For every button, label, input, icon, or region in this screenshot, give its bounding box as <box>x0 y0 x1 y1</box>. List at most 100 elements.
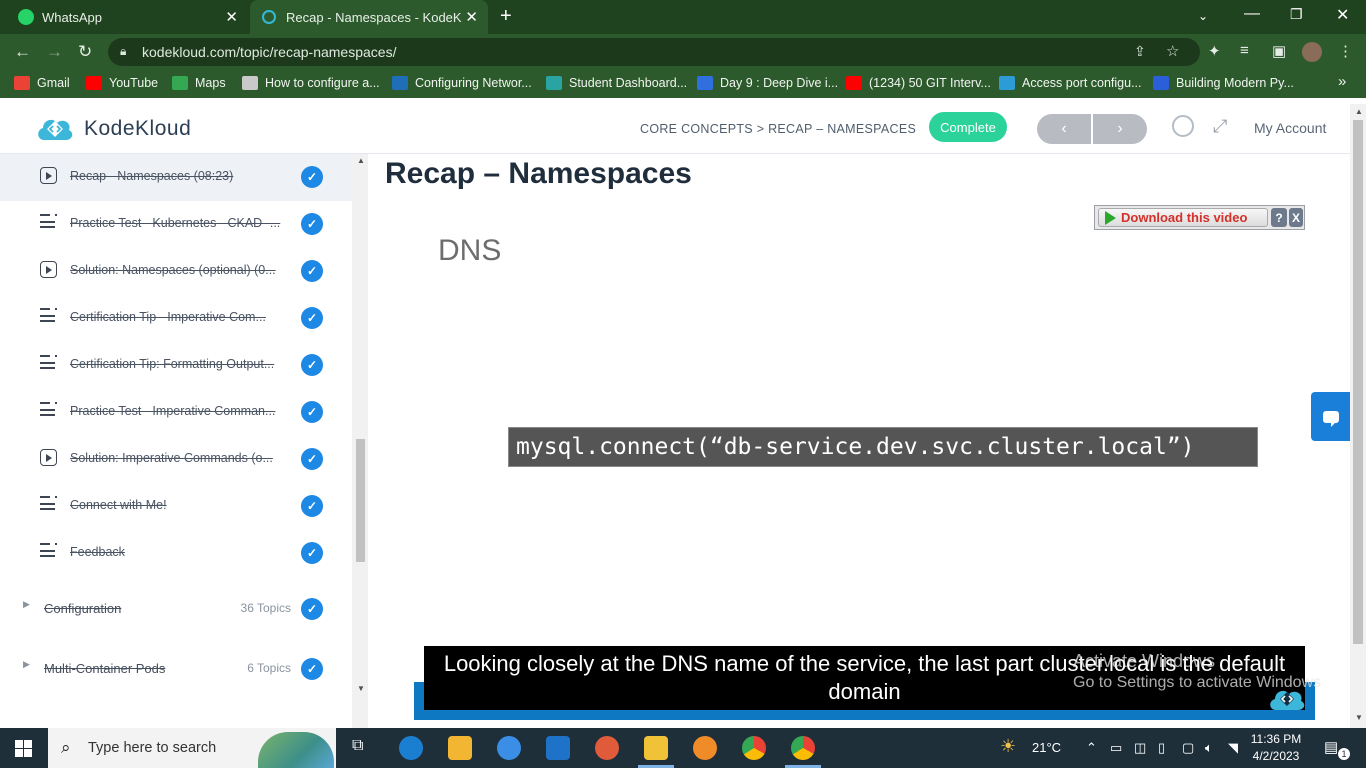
dark-mode-icon[interactable] <box>1172 115 1194 137</box>
clock[interactable]: 11:36 PM 4/2/2023 <box>1250 731 1302 765</box>
reload-icon[interactable]: ↻ <box>78 42 92 62</box>
play-icon <box>1105 210 1116 225</box>
youtube-icon <box>846 76 862 90</box>
my-account-link[interactable]: My Account <box>1254 120 1326 136</box>
meet-icon[interactable]: ▯ <box>1158 740 1165 756</box>
section-multi-container-pods[interactable]: ▶ Multi-Container Pods 6 Topics ✓ <box>0 647 352 687</box>
lesson-item[interactable]: Connect with Me! ✓ <box>0 483 352 530</box>
logo-text[interactable]: KodeKloud <box>84 117 191 141</box>
tab-kodekloud[interactable]: Recap - Namespaces - KodeKloud ✕ <box>250 0 488 34</box>
reading-list-icon[interactable]: ≡ <box>1240 42 1249 59</box>
breadcrumb[interactable]: CORE CONCEPTS > RECAP – NAMESPACES <box>640 122 916 136</box>
close-icon[interactable]: ✕ <box>225 8 238 26</box>
bookmark-gmail[interactable]: Gmail <box>14 76 70 90</box>
temperature[interactable]: 21°C <box>1032 740 1061 755</box>
section-configuration[interactable]: ▶ Configuration 36 Topics ✓ <box>0 587 352 627</box>
lesson-item[interactable]: Recap - Namespaces (08:23) ✓ <box>0 154 352 201</box>
section-count: 6 Topics <box>247 661 291 675</box>
expand-caret-icon[interactable]: ▶ <box>23 599 30 610</box>
video-icon <box>40 449 57 466</box>
scroll-down-icon[interactable]: ▼ <box>1355 713 1363 722</box>
network-icon[interactable]: ◫ <box>1134 740 1146 756</box>
sidebar-scrollbar[interactable]: ▲ ▼ <box>352 154 368 728</box>
volume-icon[interactable]: 🔈︎ <box>1205 740 1213 756</box>
share-icon[interactable]: ⇪ <box>1134 43 1146 60</box>
check-icon: ✓ <box>301 307 323 329</box>
bookmark-access-port[interactable]: Access port configu... <box>999 76 1142 90</box>
address-bar[interactable]: 🔒︎ kodekloud.com/topic/recap-namespaces/… <box>108 38 1200 66</box>
menu-icon[interactable]: ⋮ <box>1338 42 1353 60</box>
mail-icon[interactable] <box>546 736 570 760</box>
extensions-icon[interactable]: ✦ <box>1208 42 1221 60</box>
close-icon[interactable]: ✕ <box>465 8 478 26</box>
wifi-icon[interactable]: ◥ <box>1228 740 1238 756</box>
bookmark-git-interview[interactable]: (1234) 50 GIT Interv... <box>846 76 991 90</box>
document-icon <box>40 355 57 372</box>
settings-app-icon[interactable] <box>693 736 717 760</box>
scroll-up-icon[interactable]: ▲ <box>357 156 365 165</box>
display-icon[interactable]: ▢ <box>1182 740 1194 756</box>
file-explorer-icon[interactable] <box>644 736 668 760</box>
new-tab-button[interactable]: + <box>500 5 512 28</box>
complete-button[interactable]: Complete <box>929 112 1007 142</box>
bookmarks-overflow-icon[interactable]: » <box>1338 73 1346 90</box>
scroll-thumb[interactable] <box>356 439 365 562</box>
video-icon <box>40 261 57 278</box>
lesson-label: Certification Tip: Formatting Output... <box>70 357 275 371</box>
kodekloud-logo-icon[interactable] <box>36 116 74 142</box>
battery-icon[interactable]: ▭ <box>1110 740 1122 756</box>
store-icon[interactable] <box>448 736 472 760</box>
edge-icon[interactable] <box>399 736 423 760</box>
lesson-item[interactable]: Certification Tip: Formatting Output... … <box>0 342 352 389</box>
previous-lesson-button[interactable]: ‹ <box>1037 114 1091 144</box>
lesson-item[interactable]: Feedback ✓ <box>0 530 352 577</box>
taskbar-search-box[interactable]: ⌕ Type here to search <box>48 728 336 768</box>
show-hidden-icons[interactable]: ⌃ <box>1086 740 1097 756</box>
app-icon[interactable] <box>595 736 619 760</box>
bookmark-day9[interactable]: Day 9 : Deep Dive i... <box>697 76 838 90</box>
profile-avatar[interactable] <box>1302 42 1322 62</box>
task-view-icon[interactable]: ⧉ <box>352 737 363 755</box>
clock-time: 11:36 PM <box>1250 732 1302 746</box>
scroll-up-icon[interactable]: ▲ <box>1355 107 1363 116</box>
restore-icon[interactable]: ❐ <box>1290 6 1303 23</box>
back-icon[interactable]: ← <box>14 42 31 62</box>
weather-icon[interactable]: ☀ <box>1000 736 1016 757</box>
page-scrollbar[interactable]: ▲ ▼ <box>1350 104 1366 728</box>
bookmark-student-dashboard[interactable]: Student Dashboard... <box>546 76 687 90</box>
lesson-item[interactable]: Solution: Namespaces (optional) (0... ✓ <box>0 248 352 295</box>
app-icon[interactable] <box>497 736 521 760</box>
chat-icon <box>1322 410 1339 427</box>
download-video-button[interactable]: Download this video <box>1098 208 1268 227</box>
course-sidebar: Recap - Namespaces (08:23) ✓ Practice Te… <box>0 154 352 728</box>
fullscreen-icon[interactable]: ⤢ <box>1213 116 1227 137</box>
lesson-item[interactable]: Practice Test - Kubernetes - CKAD -... ✓ <box>0 201 352 248</box>
close-icon[interactable]: X <box>1289 208 1303 227</box>
bookmark-star-icon[interactable]: ☆ <box>1166 42 1179 60</box>
windows-start-icon[interactable] <box>15 740 32 757</box>
bookmark-building-modern[interactable]: Building Modern Py... <box>1153 76 1294 90</box>
lesson-item[interactable]: Solution: Imperative Commands (o... ✓ <box>0 436 352 483</box>
bookmark-how-to-configure[interactable]: How to configure a... <box>242 76 380 90</box>
tab-whatsapp[interactable]: WhatsApp ✕ <box>0 0 248 34</box>
next-lesson-button[interactable]: › <box>1093 114 1147 144</box>
forward-icon[interactable]: → <box>46 42 63 62</box>
chrome-profile-icon[interactable] <box>791 736 815 760</box>
minimize-icon[interactable]: — <box>1244 5 1260 23</box>
lesson-item[interactable]: Practice Test - Imperative Comman... ✓ <box>0 389 352 436</box>
chat-button[interactable] <box>1311 392 1350 441</box>
window-close-icon[interactable]: ✕ <box>1336 5 1349 25</box>
expand-caret-icon[interactable]: ▶ <box>23 659 30 670</box>
side-panel-icon[interactable]: ▣ <box>1272 42 1286 60</box>
bookmark-configuring-network[interactable]: Configuring Networ... <box>392 76 532 90</box>
bookmark-maps[interactable]: Maps <box>172 76 226 90</box>
chrome-icon[interactable] <box>742 736 766 760</box>
lesson-item[interactable]: Certification Tip - Imperative Com... ✓ <box>0 295 352 342</box>
bookmark-youtube[interactable]: YouTube <box>86 76 158 90</box>
tab-search-icon[interactable]: ⌄ <box>1198 9 1208 23</box>
help-icon[interactable]: ? <box>1271 208 1287 227</box>
document-icon <box>40 402 57 419</box>
scroll-down-icon[interactable]: ▼ <box>357 684 365 693</box>
scroll-thumb[interactable] <box>1353 120 1363 644</box>
notification-icon[interactable]: ▤ <box>1324 738 1338 756</box>
